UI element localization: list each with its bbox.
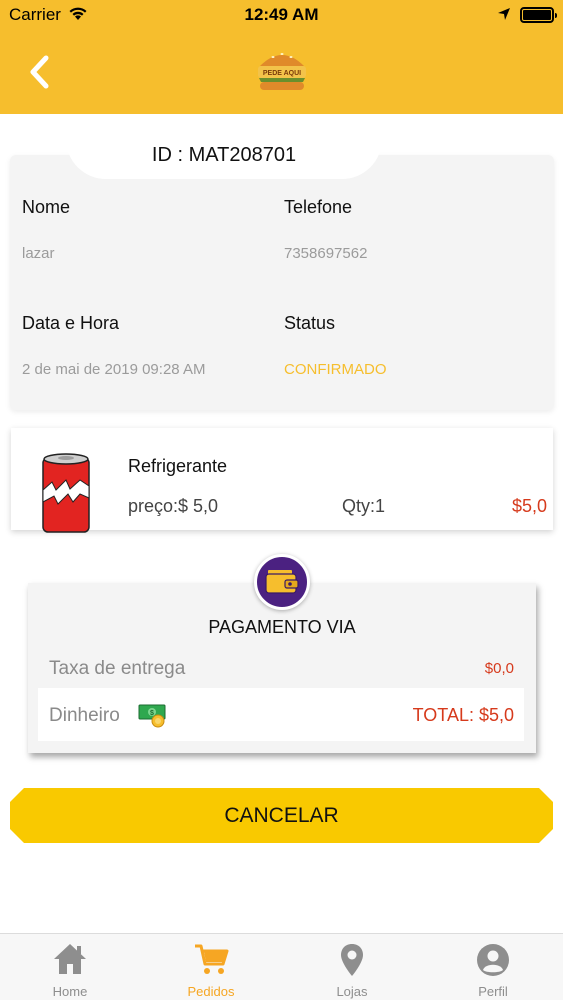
back-button[interactable] xyxy=(22,50,56,94)
svg-text:$: $ xyxy=(150,710,154,717)
header-bar: Carrier 12:49 AM PEDE AQUI xyxy=(0,0,563,114)
tab-lojas-label: Lojas xyxy=(336,984,368,999)
home-icon xyxy=(52,942,88,981)
tab-perfil[interactable]: Perfil xyxy=(423,934,563,1000)
soda-can-icon xyxy=(40,452,92,534)
payment-method-label: Dinheiro xyxy=(49,705,120,726)
payment-method-row: Dinheiro $ TOTAL: $5,0 xyxy=(38,688,524,741)
delivery-fee-value: $0,0 xyxy=(484,660,514,677)
order-item-card: Refrigerante preço:$ 5,0 Qty:1 $5,0 xyxy=(11,428,553,533)
status-label: Status xyxy=(284,313,336,333)
payment-total: TOTAL: $5,0 xyxy=(412,705,514,725)
payment-card: PAGAMENTO VIA Taxa de entrega $0,0 Dinhe… xyxy=(28,554,536,753)
phone-label: Telefone xyxy=(284,197,353,217)
burger-logo: PEDE AQUI xyxy=(255,46,309,94)
tab-lojas[interactable]: Lojas xyxy=(282,934,422,1000)
datetime-value: 2 de mai de 2019 09:28 AM xyxy=(22,361,206,378)
payment-title: PAGAMENTO VIA xyxy=(208,617,356,637)
name-label: Nome xyxy=(22,197,71,217)
tab-bar: Home Pedidos Lojas Perfil xyxy=(0,933,563,1000)
item-price: preço:$ 5,0 xyxy=(128,496,219,516)
item-total: $5,0 xyxy=(511,496,547,516)
wallet-icon xyxy=(254,554,310,610)
phone-value: 7358697562 xyxy=(284,245,368,262)
cash-icon: $ xyxy=(138,702,166,728)
tab-home-label: Home xyxy=(52,984,88,999)
cart-icon xyxy=(193,942,229,981)
location-pin-icon xyxy=(338,942,366,983)
user-icon xyxy=(475,942,511,983)
order-info-card: ID : MAT208701 Nome lazar Telefone 73586… xyxy=(10,115,554,410)
status-bar: Carrier 12:49 AM xyxy=(0,0,563,30)
item-name: Refrigerante xyxy=(128,456,228,476)
tab-pedidos-label: Pedidos xyxy=(187,984,235,999)
name-value: lazar xyxy=(22,245,55,262)
delivery-fee-label: Taxa de entrega xyxy=(49,658,186,679)
battery-icon xyxy=(520,7,557,23)
status-badge: CONFIRMADO xyxy=(284,361,387,378)
chevron-left-icon xyxy=(30,55,49,89)
tab-pedidos[interactable]: Pedidos xyxy=(141,934,281,1000)
cancel-button[interactable]: CANCELAR xyxy=(10,788,553,843)
tab-perfil-label: Perfil xyxy=(478,984,508,999)
datetime-label: Data e Hora xyxy=(22,313,120,333)
order-id: ID : MAT208701 xyxy=(66,115,382,179)
clock: 12:49 AM xyxy=(244,5,319,24)
location-arrow-icon xyxy=(497,6,511,26)
logo-text: PEDE AQUI xyxy=(263,70,301,77)
item-quantity: Qty:1 xyxy=(342,496,386,516)
tab-home[interactable]: Home xyxy=(0,934,140,1000)
